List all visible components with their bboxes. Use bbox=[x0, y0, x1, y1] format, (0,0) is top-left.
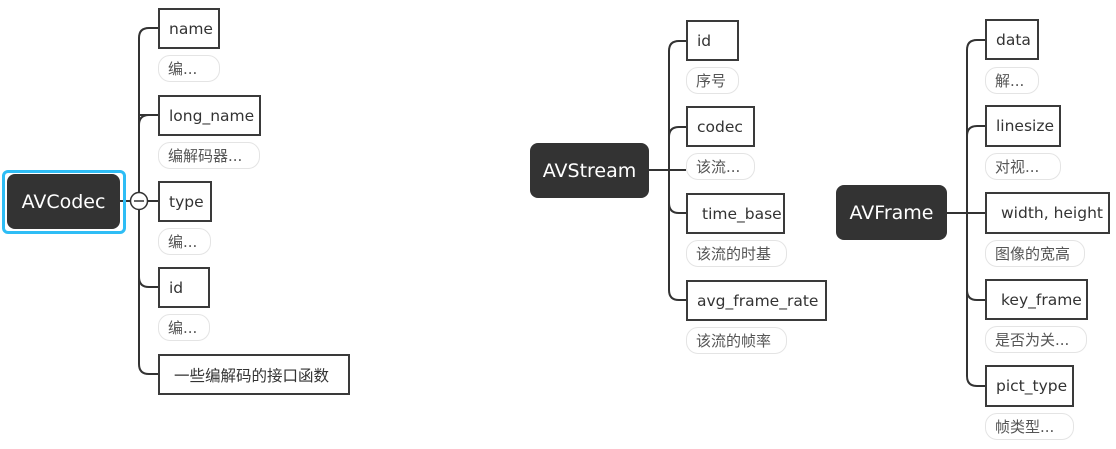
collapse-icon[interactable] bbox=[129, 191, 149, 211]
note-key-frame[interactable]: 是否为关... bbox=[985, 326, 1087, 353]
topic-id[interactable]: id bbox=[158, 267, 210, 308]
note-avg-frame-rate[interactable]: 该流的帧率 bbox=[686, 327, 787, 354]
note-stream-id[interactable]: 序号 bbox=[686, 67, 739, 94]
topic-stream-id[interactable]: id bbox=[686, 20, 739, 61]
note-long-name[interactable]: 编解码器... bbox=[158, 142, 260, 169]
note-data[interactable]: 解... bbox=[985, 67, 1039, 94]
topic-name[interactable]: name bbox=[158, 8, 220, 49]
root-node-avstream[interactable]: AVStream bbox=[530, 143, 649, 198]
topic-width-height[interactable]: width, height bbox=[985, 192, 1110, 234]
note-name[interactable]: 编... bbox=[158, 55, 220, 82]
topic-avg-frame-rate[interactable]: avg_frame_rate bbox=[686, 280, 827, 321]
root-node-avcodec[interactable]: AVCodec bbox=[7, 174, 120, 229]
topic-codec[interactable]: codec bbox=[686, 106, 755, 147]
topic-data[interactable]: data bbox=[985, 19, 1039, 60]
topic-long-name[interactable]: long_name bbox=[158, 95, 261, 136]
topic-linesize[interactable]: linesize bbox=[985, 105, 1061, 147]
note-codec[interactable]: 该流... bbox=[686, 153, 755, 180]
note-type[interactable]: 编... bbox=[158, 228, 211, 255]
note-width-height[interactable]: 图像的宽高 bbox=[985, 240, 1085, 267]
root-node-avframe[interactable]: AVFrame bbox=[836, 185, 947, 240]
topic-type[interactable]: type bbox=[158, 181, 212, 222]
topic-interface-functions[interactable]: 一些编解码的接口函数 bbox=[158, 354, 350, 395]
topic-time-base[interactable]: time_base bbox=[686, 193, 785, 234]
note-linesize[interactable]: 对视... bbox=[985, 153, 1061, 180]
note-time-base[interactable]: 该流的时基 bbox=[686, 240, 787, 267]
topic-key-frame[interactable]: key_frame bbox=[985, 279, 1088, 320]
note-pict-type[interactable]: 帧类型... bbox=[985, 413, 1074, 440]
topic-pict-type[interactable]: pict_type bbox=[985, 365, 1074, 407]
note-id[interactable]: 编... bbox=[158, 314, 210, 341]
